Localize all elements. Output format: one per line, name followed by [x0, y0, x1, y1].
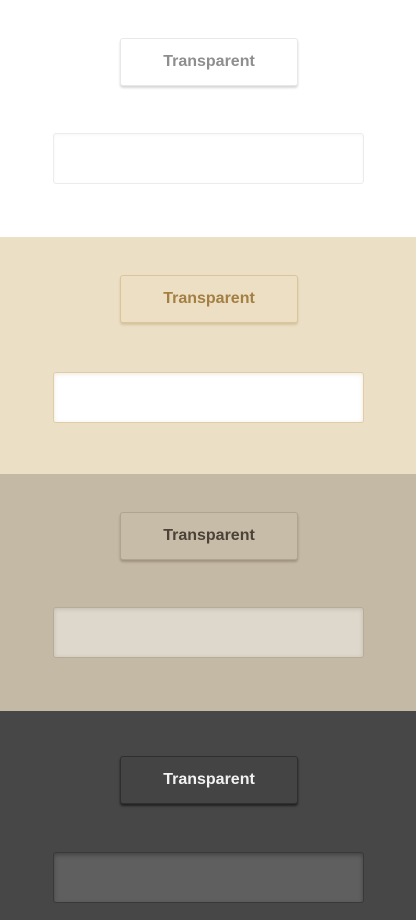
text-input[interactable] [53, 852, 364, 903]
transparent-button[interactable]: Transparent [120, 275, 298, 323]
text-input[interactable] [53, 372, 364, 423]
text-input[interactable] [53, 133, 364, 184]
panel-cream: Transparent [0, 237, 416, 474]
panel-white: Transparent [0, 0, 416, 237]
panel-taupe: Transparent [0, 474, 416, 711]
text-input[interactable] [53, 607, 364, 658]
transparent-button[interactable]: Transparent [120, 756, 298, 804]
transparent-button[interactable]: Transparent [120, 38, 298, 86]
transparent-button[interactable]: Transparent [120, 512, 298, 560]
panel-dark: Transparent [0, 711, 416, 920]
